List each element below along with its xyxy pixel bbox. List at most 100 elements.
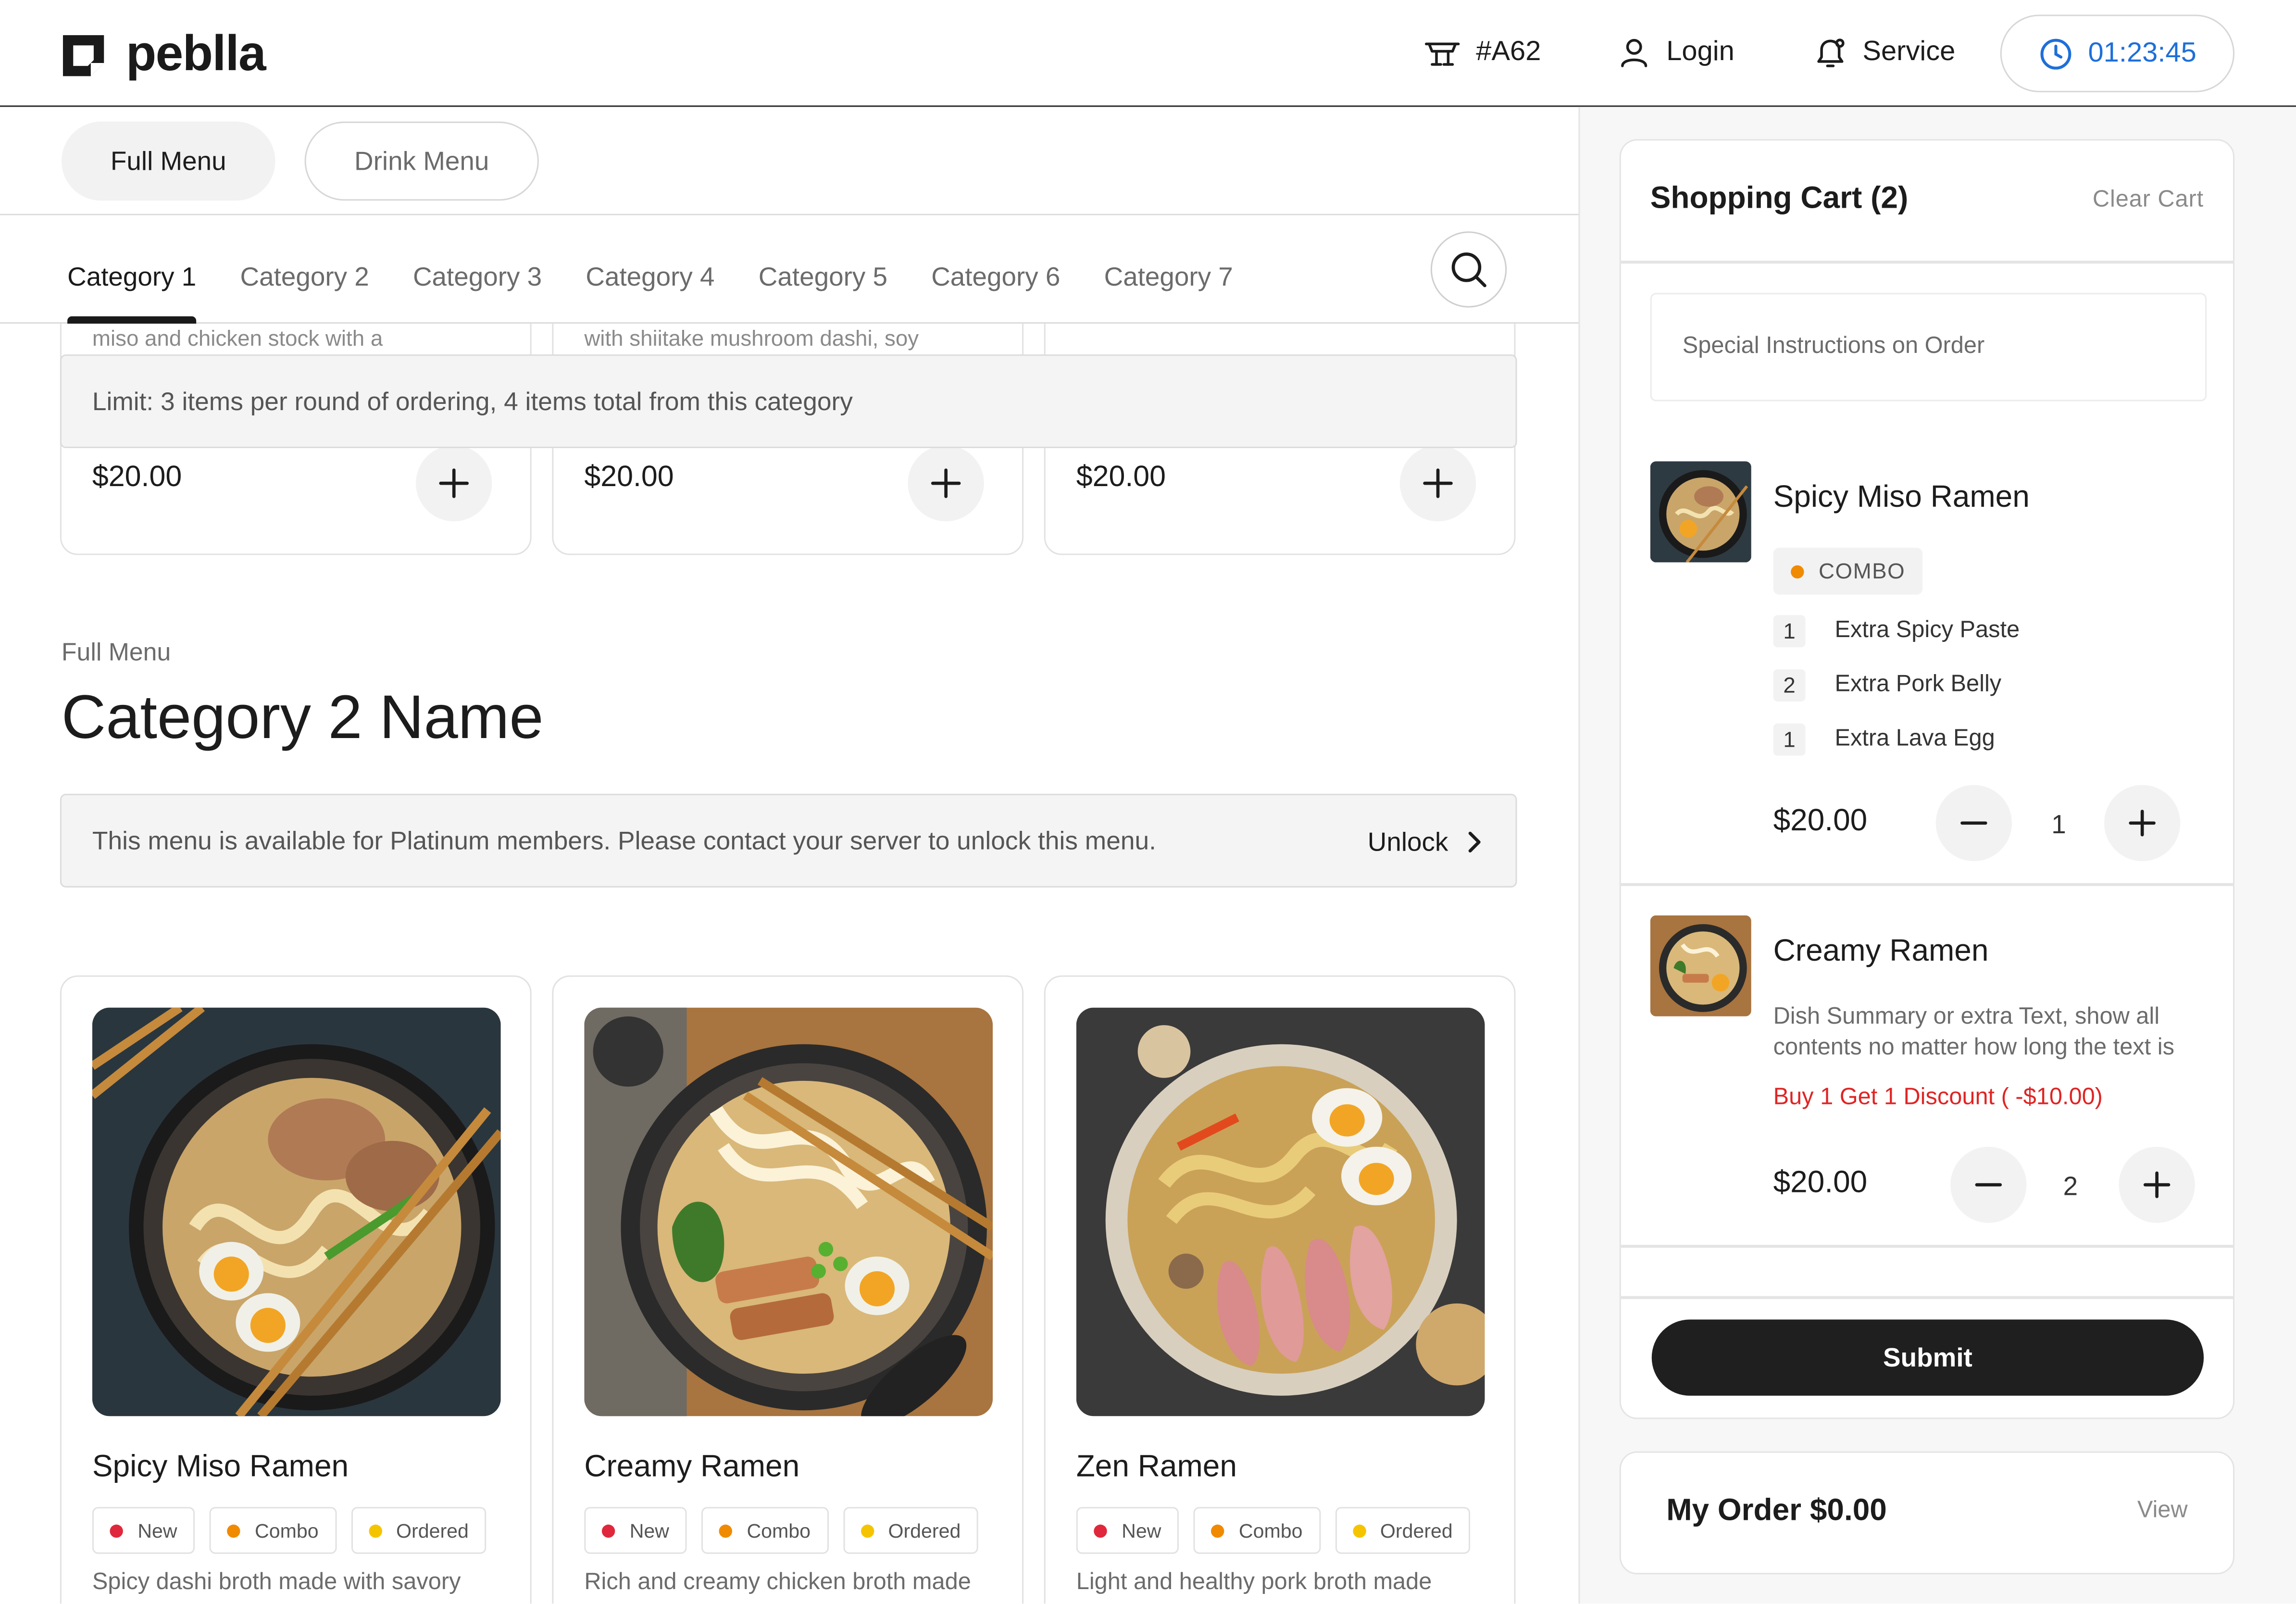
decrease-quantity-button[interactable] (1950, 1146, 2027, 1223)
platinum-notice: This menu is available for Platinum memb… (60, 793, 1517, 889)
submit-label: Submit (1883, 1342, 1972, 1372)
menu-item-card[interactable]: Zen Ramen New Combo Ordered Light and he… (1044, 975, 1516, 1604)
tag-dot (368, 1524, 382, 1537)
special-instructions-input[interactable]: Special Instructions on Order (1650, 293, 2207, 401)
tab-drink-menu[interactable]: Drink Menu (304, 121, 539, 201)
submit-button[interactable]: Submit (1651, 1319, 2204, 1396)
table-lamp-icon (1424, 42, 1460, 66)
tag-dot (1094, 1524, 1107, 1537)
item-name: Spicy Miso Ramen (92, 1450, 349, 1484)
item-tags: New Combo Ordered (92, 1507, 487, 1554)
combo-label: COMBO (1819, 559, 1906, 584)
cart-item-description: Dish Summary or extra Text, show all con… (1773, 1004, 2174, 1061)
tag-ordered: Ordered (350, 1507, 487, 1554)
my-order-summary[interactable]: My Order $0.00 View (1619, 1451, 2235, 1575)
ramen-thumbnail (1650, 461, 1751, 563)
tag-label: New (137, 1519, 177, 1541)
tag-combo: Combo (209, 1507, 337, 1554)
tab-category-5[interactable]: Category 5 (759, 262, 887, 293)
menu-item-card[interactable]: Creamy Ramen New Combo Ordered Rich and … (552, 975, 1024, 1604)
tag-label: Combo (1238, 1519, 1303, 1541)
quantity-value: 1 (2051, 810, 2066, 840)
tag-new: New (1076, 1507, 1179, 1554)
tag-combo: Combo (701, 1507, 828, 1554)
cart-item-price: $20.00 (1773, 1165, 1868, 1200)
session-timer: 01:23:45 (2000, 14, 2235, 92)
item-description: with shiitake mushroom dashi, soy (584, 326, 919, 352)
tab-full-menu[interactable]: Full Menu (61, 121, 275, 201)
ramen-photo (584, 1007, 993, 1416)
item-description: Light and healthy pork broth made (1076, 1570, 1432, 1595)
tab-category-1[interactable]: Category 1 (67, 262, 196, 293)
tag-ordered: Ordered (843, 1507, 978, 1554)
tab-drink-menu-label: Drink Menu (354, 146, 489, 175)
cart-title: Shopping Cart (2) (1650, 181, 1909, 215)
tag-ordered: Ordered (1335, 1507, 1471, 1554)
plus-icon (2143, 1171, 2171, 1198)
addon-qty: 2 (1773, 669, 1806, 702)
brand-logo: peblla (59, 26, 266, 84)
platinum-notice-text: This menu is available for Platinum memb… (92, 825, 1156, 855)
ramen-photo (92, 1007, 501, 1416)
search-button[interactable] (1430, 231, 1507, 308)
tag-label: Combo (747, 1519, 811, 1541)
tab-category-7[interactable]: Category 7 (1104, 262, 1233, 293)
cart-item-thumbnail (1650, 461, 1751, 563)
tab-category-3[interactable]: Category 3 (413, 262, 542, 293)
brand-name: peblla (125, 26, 266, 82)
tag-label: New (629, 1519, 670, 1541)
tag-dot (601, 1524, 615, 1537)
user-icon (1621, 39, 1647, 67)
addon-row: 2 Extra Pork Belly (1773, 669, 2001, 702)
minus-icon (1975, 1183, 2002, 1187)
shopping-cart: Shopping Cart (2) Clear Cart Special Ins… (1619, 139, 2235, 1419)
tag-label: New (1122, 1519, 1161, 1541)
add-to-cart-button[interactable] (908, 445, 984, 522)
ramen-thumbnail (1650, 915, 1751, 1016)
instructions-placeholder: Special Instructions on Order (1682, 334, 1985, 359)
category-title: Category 2 Name (61, 682, 544, 752)
service-button[interactable]: Service (1813, 35, 1956, 70)
item-name: Creamy Ramen (584, 1450, 800, 1484)
combo-badge: COMBO (1773, 548, 1923, 595)
food-image (584, 1007, 993, 1416)
tag-dot (860, 1524, 874, 1537)
combo-dot (1791, 564, 1804, 578)
clear-cart-button[interactable]: Clear Cart (2093, 188, 2204, 214)
discount-label: Buy 1 Get 1 Discount ( -$10.00) (1773, 1085, 2103, 1110)
increase-quantity-button[interactable] (2119, 1146, 2195, 1223)
increase-quantity-button[interactable] (2104, 785, 2181, 861)
unlock-button[interactable]: Unlock (1368, 795, 1484, 889)
cart-item-price: $20.00 (1773, 804, 1868, 838)
menu-item-card[interactable]: Spicy Miso Ramen New Combo Ordered Spicy… (60, 975, 532, 1604)
plus-icon (2129, 810, 2156, 837)
add-to-cart-button[interactable] (1399, 445, 1476, 522)
menu-type-tabs: Full Menu Drink Menu (0, 107, 1579, 215)
item-description: Spicy dashi broth made with savory (92, 1570, 461, 1595)
tag-combo: Combo (1193, 1507, 1321, 1554)
peblla-logo-icon (62, 34, 104, 75)
food-image (92, 1007, 501, 1416)
login-button[interactable]: Login (1617, 35, 1734, 70)
login-label: Login (1666, 37, 1734, 68)
tab-category-6[interactable]: Category 6 (931, 262, 1060, 293)
decrease-quantity-button[interactable] (1935, 785, 2012, 861)
cart-item-name: Creamy Ramen (1773, 934, 1989, 968)
view-order-button[interactable]: View (2137, 1498, 2188, 1525)
clock-icon (2040, 38, 2071, 69)
add-to-cart-button[interactable] (416, 445, 492, 522)
tab-category-4[interactable]: Category 4 (586, 262, 714, 293)
category-tabs: Category 1 Category 2 Category 3 Categor… (0, 215, 1579, 324)
item-description: miso and chicken stock with a (92, 326, 383, 352)
tab-category-2[interactable]: Category 2 (240, 262, 369, 293)
divider (1621, 1245, 2233, 1247)
divider (1621, 883, 2233, 886)
tag-dot (719, 1524, 732, 1537)
divider (1621, 1296, 2233, 1299)
addon-row: 1 Extra Lava Egg (1773, 723, 1995, 756)
tag-label: Ordered (396, 1519, 469, 1541)
item-price: $20.00 (1076, 461, 1166, 494)
plus-icon (439, 468, 469, 498)
bell-icon (1817, 38, 1845, 67)
service-label: Service (1862, 37, 1956, 68)
